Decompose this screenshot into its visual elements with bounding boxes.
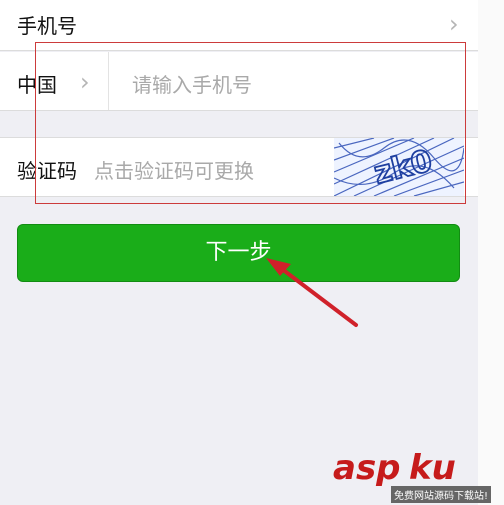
watermark-brand: asp: [333, 448, 401, 488]
watermark-brand-suffix: ku: [409, 448, 456, 488]
watermark: asp ku 免费网站源码下载站!: [333, 448, 493, 504]
annotation-arrow-icon: [266, 258, 358, 327]
watermark-tagline: 免费网站源码下载站!: [391, 486, 492, 503]
